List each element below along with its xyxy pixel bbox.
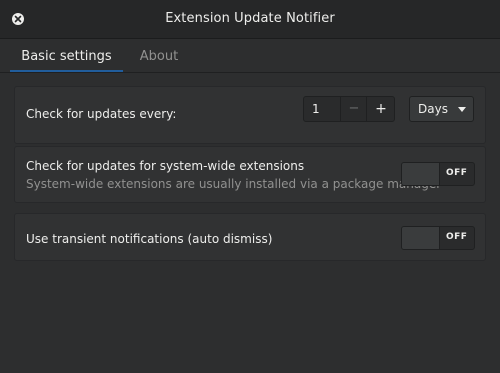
interval-unit-value: Days [418, 102, 448, 116]
transient-notifications-label: Use transient notifications (auto dismis… [26, 232, 273, 246]
tab-bar: Basic settings About [0, 39, 500, 72]
interval-unit-dropdown[interactable]: Days [409, 96, 474, 122]
settings-page: Check for updates every: 1 − + Days Chec… [0, 73, 500, 373]
increment-button[interactable]: + [366, 97, 395, 121]
interval-spinbutton[interactable]: 1 − + [303, 96, 395, 122]
toggle-knob [402, 163, 440, 185]
toggle-state-label: OFF [446, 168, 468, 178]
system-wide-label: Check for updates for system-wide extens… [26, 159, 305, 173]
tab-about[interactable]: About [128, 39, 190, 72]
check-interval-label: Check for updates every: [26, 107, 177, 121]
system-wide-toggle[interactable]: OFF [401, 162, 475, 186]
system-wide-description: System-wide extensions are usually insta… [26, 177, 442, 191]
system-wide-row: Check for updates for system-wide extens… [14, 146, 486, 203]
title-bar: Extension Update Notifier [0, 0, 500, 39]
tab-basic-settings[interactable]: Basic settings [10, 39, 123, 72]
transient-notifications-row: Use transient notifications (auto dismis… [14, 213, 486, 261]
interval-value[interactable]: 1 [312, 102, 320, 116]
transient-notifications-toggle[interactable]: OFF [401, 226, 475, 250]
chevron-down-icon [458, 107, 466, 112]
check-interval-row: Check for updates every: 1 − + Days [14, 86, 486, 144]
decrement-button[interactable]: − [340, 97, 367, 121]
window-title: Extension Update Notifier [165, 11, 335, 26]
toggle-knob [402, 227, 440, 249]
toggle-state-label: OFF [446, 232, 468, 242]
